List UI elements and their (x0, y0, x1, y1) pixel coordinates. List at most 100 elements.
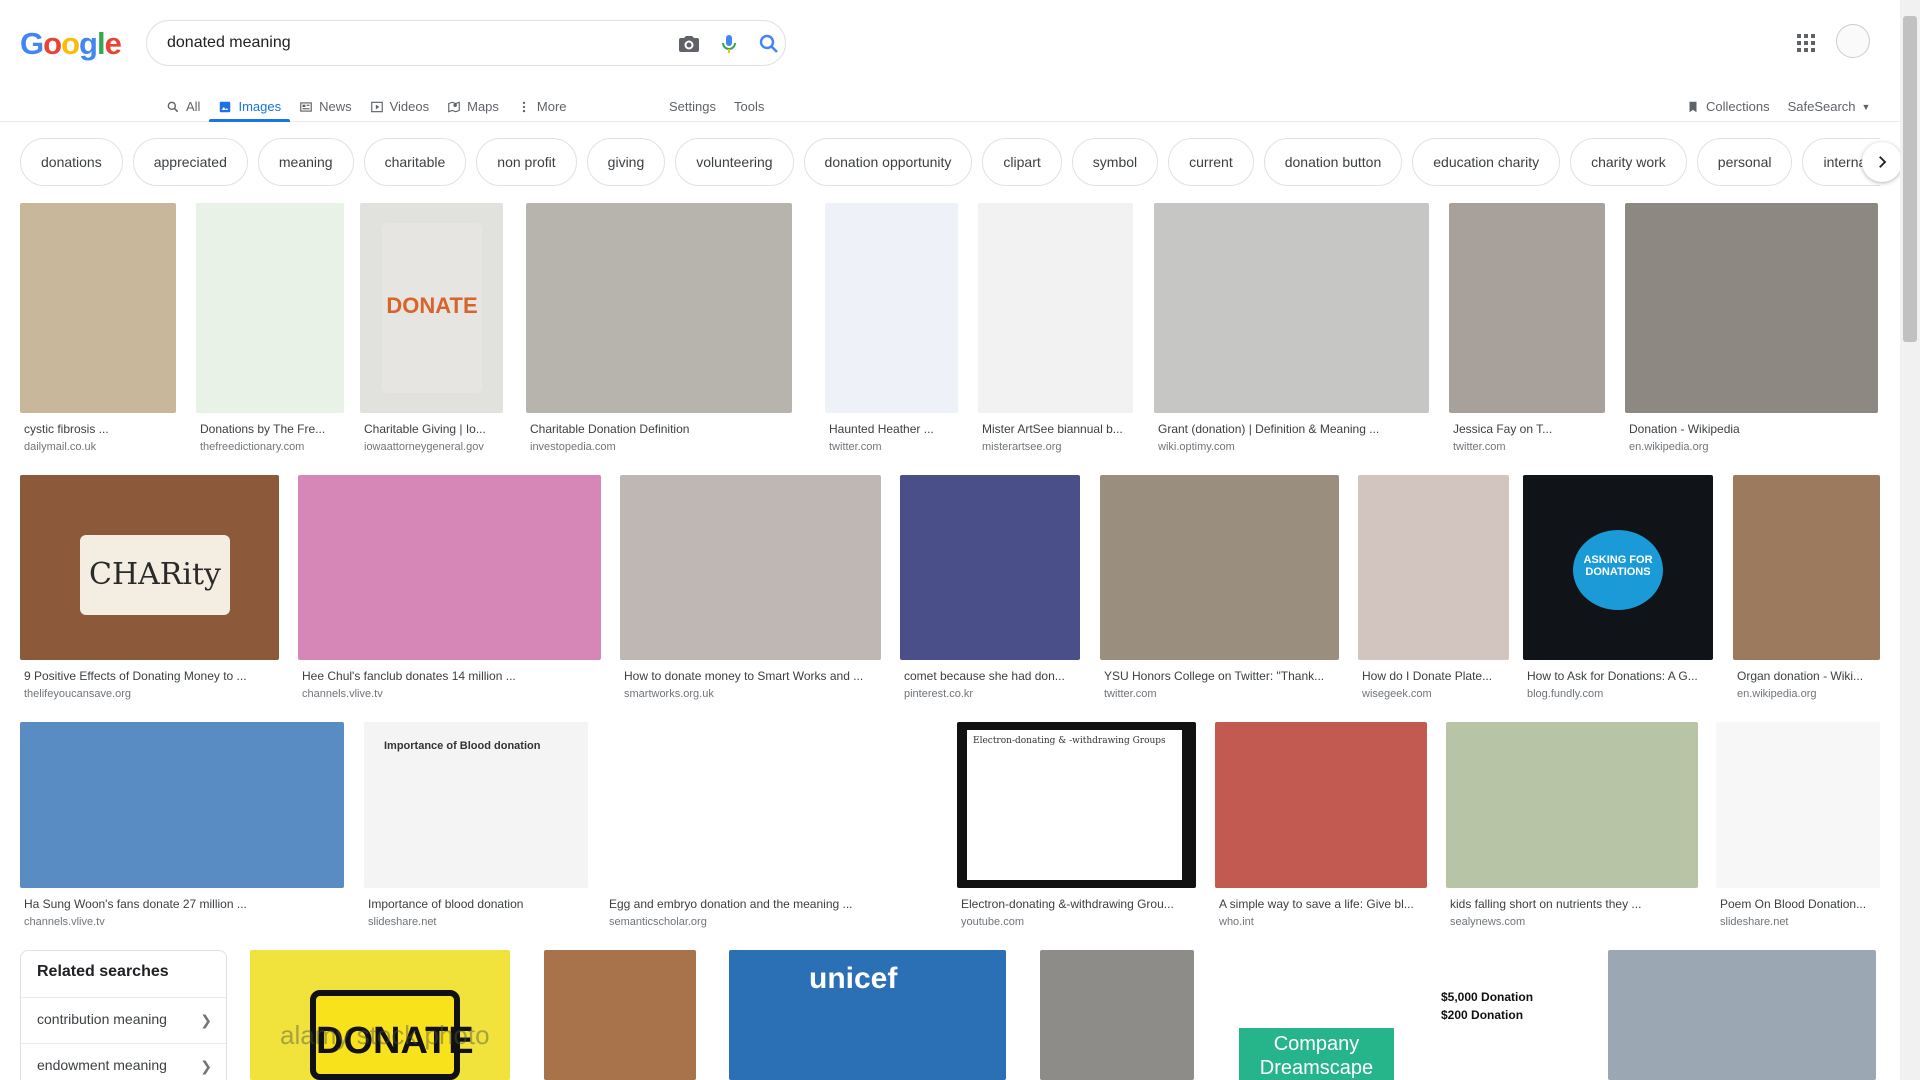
image-result[interactable]: Donations by The Fre... thefreedictionary… (196, 203, 344, 453)
result-source[interactable]: pinterest.co.kr (904, 688, 1076, 700)
image-result[interactable]: Poem On Blood Donation... slideshare.net (1716, 722, 1880, 928)
image-result[interactable]: Egg and embryo donation and the meaning … (605, 722, 940, 928)
result-thumbnail[interactable] (1215, 722, 1427, 888)
result-thumbnail[interactable]: ASKING FOR DONATIONS (1523, 475, 1713, 660)
google-logo[interactable]: Google (20, 26, 122, 62)
result-source[interactable]: en.wikipedia.org (1737, 688, 1876, 700)
result-caption[interactable]: Poem On Blood Donation... (1720, 897, 1876, 911)
result-thumbnail[interactable] (20, 722, 344, 888)
result-caption[interactable]: Egg and embryo donation and the meaning … (609, 897, 936, 911)
related-search-item[interactable]: contribution meaning ❯ (21, 997, 226, 1043)
search-icon[interactable] (757, 32, 781, 56)
settings-link[interactable]: Settings (660, 88, 725, 122)
result-caption[interactable]: Charitable Donation Definition (530, 422, 788, 436)
result-thumbnail[interactable] (825, 203, 958, 413)
result-thumbnail[interactable] (605, 722, 940, 888)
chip-non-profit[interactable]: non profit (476, 138, 577, 186)
result-caption[interactable]: Importance of blood donation (368, 897, 584, 911)
apps-grid-icon[interactable] (1794, 31, 1818, 55)
image-result[interactable]: unicef (729, 950, 1006, 1080)
result-source[interactable]: slideshare.net (1720, 916, 1876, 928)
result-thumbnail[interactable] (1625, 203, 1878, 413)
result-source[interactable]: youtube.com (961, 916, 1192, 928)
result-thumbnail[interactable]: Company Dreamscape $5,000 Donation $200 Do… (1221, 950, 1578, 1080)
image-result[interactable]: DONATE alamy stock photo (250, 950, 510, 1080)
chip-symbol[interactable]: symbol (1071, 138, 1159, 186)
chips-next-button[interactable] (1862, 142, 1902, 182)
result-caption[interactable]: A simple way to save a life: Give bl... (1219, 897, 1423, 911)
result-caption[interactable]: Jessica Fay on T... (1453, 422, 1601, 436)
result-source[interactable]: dailymail.co.uk (24, 441, 172, 453)
result-source[interactable]: wiki.optimy.com (1158, 441, 1425, 453)
result-caption[interactable]: How to donate money to Smart Works and .… (624, 669, 877, 683)
chip-education-charity[interactable]: education charity (1412, 138, 1561, 186)
result-source[interactable]: thelifeyoucansave.org (24, 688, 275, 700)
chip-meaning[interactable]: meaning (257, 138, 354, 186)
image-result[interactable]: Grant (donation) | Definition & Meaning … (1154, 203, 1429, 453)
result-source[interactable]: smartworks.org.uk (624, 688, 877, 700)
result-caption[interactable]: Hee Chul's fanclub donates 14 million ..… (302, 669, 597, 683)
chip-donation-button[interactable]: donation button (1263, 138, 1403, 186)
result-caption[interactable]: Grant (donation) | Definition & Meaning … (1158, 422, 1425, 436)
result-thumbnail[interactable] (1100, 475, 1339, 660)
result-source[interactable]: thefreedictionary.com (200, 441, 340, 453)
chip-charitable[interactable]: charitable (363, 138, 467, 186)
chip-volunteering[interactable]: volunteering (675, 138, 794, 186)
image-result[interactable] (544, 950, 696, 1080)
image-result[interactable]: Jessica Fay on T... twitter.com (1449, 203, 1605, 453)
image-result[interactable]: CHARity 9 Positive Effects of Donating Mo… (20, 475, 279, 700)
image-result[interactable]: Charitable Donation Definition investoped… (526, 203, 792, 453)
tab-maps[interactable]: Maps (438, 88, 508, 122)
camera-icon[interactable] (677, 32, 701, 56)
result-caption[interactable]: 9 Positive Effects of Donating Money to … (24, 669, 275, 683)
result-source[interactable]: twitter.com (1453, 441, 1601, 453)
image-result[interactable]: Haunted Heather ... twitter.com (825, 203, 958, 453)
chip-donations[interactable]: donations (20, 138, 123, 186)
image-result[interactable]: Mister ArtSee biannual b... misterartsee.… (978, 203, 1133, 453)
result-thumbnail[interactable] (1358, 475, 1509, 660)
result-thumbnail[interactable]: unicef (729, 950, 1006, 1080)
image-result[interactable] (1608, 950, 1876, 1080)
result-thumbnail[interactable] (1154, 203, 1429, 413)
image-result[interactable]: comet because she had don... pinterest.co… (900, 475, 1080, 700)
image-result[interactable]: Hee Chul's fanclub donates 14 million ..… (298, 475, 601, 700)
result-source[interactable]: semanticscholar.org (609, 916, 936, 928)
collections-link[interactable]: Collections (1677, 88, 1779, 122)
tab-videos[interactable]: Videos (361, 88, 439, 122)
result-source[interactable]: who.int (1219, 916, 1423, 928)
image-result[interactable]: Ha Sung Woon's fans donate 27 million ..… (20, 722, 344, 928)
result-source[interactable]: slideshare.net (368, 916, 584, 928)
image-result[interactable]: ASKING FOR DONATIONS How to Ask for Donat… (1523, 475, 1713, 700)
chip-current[interactable]: current (1168, 138, 1254, 186)
chip-donation-opportunity[interactable]: donation opportunity (803, 138, 973, 186)
result-thumbnail[interactable] (544, 950, 696, 1080)
result-caption[interactable]: Donation - Wikipedia (1629, 422, 1874, 436)
result-thumbnail[interactable] (1733, 475, 1880, 660)
chip-personal[interactable]: personal (1696, 138, 1793, 186)
result-thumbnail[interactable]: DONATE alamy stock photo (250, 950, 510, 1080)
tab-more[interactable]: More (508, 88, 576, 122)
result-caption[interactable]: cystic fibrosis ... (24, 422, 172, 436)
result-thumbnail[interactable] (1608, 950, 1876, 1080)
image-result[interactable]: Donation - Wikipedia en.wikipedia.org (1625, 203, 1878, 453)
image-result[interactable]: Company Dreamscape $5,000 Donation $200 Do… (1221, 950, 1578, 1080)
mic-icon[interactable] (717, 32, 741, 56)
result-caption[interactable]: Donations by The Fre... (200, 422, 340, 436)
result-source[interactable]: wisegeek.com (1362, 688, 1505, 700)
result-thumbnail[interactable] (20, 203, 176, 413)
image-result[interactable]: How to donate money to Smart Works and .… (620, 475, 881, 700)
result-source[interactable]: channels.vlive.tv (302, 688, 597, 700)
tab-all[interactable]: All (157, 88, 209, 122)
result-source[interactable]: en.wikipedia.org (1629, 441, 1874, 453)
chip-giving[interactable]: giving (586, 138, 666, 186)
tab-news[interactable]: News (290, 88, 361, 122)
related-search-item[interactable]: endowment meaning ❯ (21, 1043, 226, 1080)
search-input[interactable] (167, 31, 647, 55)
result-thumbnail[interactable] (620, 475, 881, 660)
image-result[interactable]: YSU Honors College on Twitter: "Thank...… (1100, 475, 1339, 700)
result-thumbnail[interactable] (1449, 203, 1605, 413)
result-source[interactable]: channels.vlive.tv (24, 916, 340, 928)
image-result[interactable] (1040, 950, 1194, 1080)
result-thumbnail[interactable] (1716, 722, 1880, 888)
result-thumbnail[interactable]: Electron-donating & -withdrawing Groups (957, 722, 1196, 888)
